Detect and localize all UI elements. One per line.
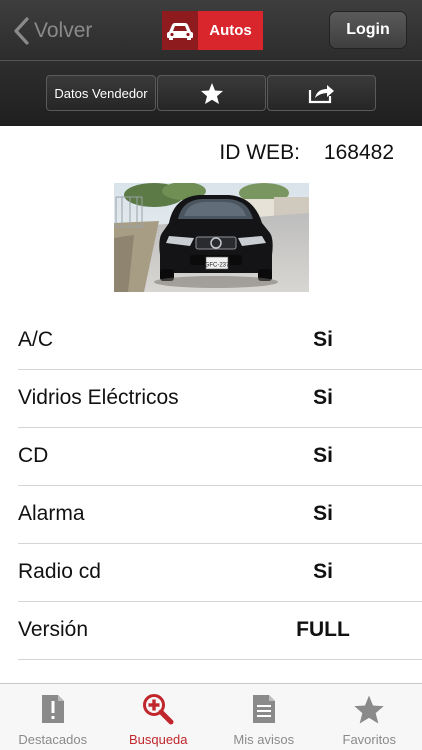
category-badge: Autos <box>162 11 263 50</box>
seller-data-button[interactable]: Datos Vendedor <box>46 75 156 111</box>
spec-row-radio-cd: Radio cd Si <box>0 544 422 602</box>
category-label: Autos <box>198 11 263 50</box>
spec-label: Versión <box>18 618 89 641</box>
listing-id-label: ID WEB: <box>219 141 300 164</box>
spec-label: Radio cd <box>18 560 101 583</box>
chevron-left-icon <box>14 17 29 45</box>
tab-label: Destacados <box>18 732 88 747</box>
document-icon <box>247 692 281 726</box>
spec-row-cd: CD Si <box>0 428 422 486</box>
featured-icon <box>36 692 70 726</box>
tab-favoritos[interactable]: Favoritos <box>317 684 422 750</box>
tab-label: Favoritos <box>342 732 396 747</box>
tab-label: Busqueda <box>128 732 188 747</box>
spec-row-alarm: Alarma Si <box>0 486 422 544</box>
spec-value: Si <box>313 444 333 467</box>
listing-toolbar: Datos Vendedor <box>0 60 422 126</box>
back-label: Volver <box>34 19 93 42</box>
car-icon <box>162 11 198 50</box>
search-plus-icon <box>141 692 175 726</box>
spec-row-ac: A/C Si <box>0 312 422 370</box>
vehicle-photo[interactable]: GFC-237 <box>114 183 309 292</box>
tab-mis-avisos[interactable]: Mis avisos <box>211 684 317 750</box>
tab-busqueda[interactable]: Busqueda <box>106 684 212 750</box>
spec-label: Alarma <box>18 502 85 525</box>
navigation-bar: Volver Autos Login <box>0 0 422 60</box>
listing-id: ID WEB: 168482 <box>219 141 394 165</box>
svg-text:GFC-237: GFC-237 <box>205 263 230 269</box>
spec-value: Si <box>313 502 333 525</box>
share-icon <box>308 85 334 104</box>
star-icon <box>352 692 386 726</box>
listing-id-value: 168482 <box>323 141 394 164</box>
star-icon <box>200 82 223 104</box>
spec-label: Vidrios Eléctricos <box>18 386 179 409</box>
spec-label: CD <box>18 444 49 467</box>
tab-destacados[interactable]: Destacados <box>0 684 106 750</box>
spec-value: Si <box>313 386 333 409</box>
spec-value: Si <box>313 328 333 351</box>
divider <box>18 659 422 660</box>
back-button[interactable]: Volver <box>12 14 92 48</box>
spec-label: A/C <box>18 328 54 351</box>
spec-value: Si <box>313 560 333 583</box>
spec-row-version: Versión FULL <box>0 602 422 660</box>
share-button[interactable] <box>267 75 376 111</box>
spec-value: FULL <box>296 618 350 641</box>
tab-bar: Destacados Busqueda Mis avisos Favoritos <box>0 683 422 750</box>
add-favorite-button[interactable] <box>157 75 266 111</box>
login-button[interactable]: Login <box>329 11 407 49</box>
spec-row-power-windows: Vidrios Eléctricos Si <box>0 370 422 428</box>
tab-label: Mis avisos <box>233 732 295 747</box>
